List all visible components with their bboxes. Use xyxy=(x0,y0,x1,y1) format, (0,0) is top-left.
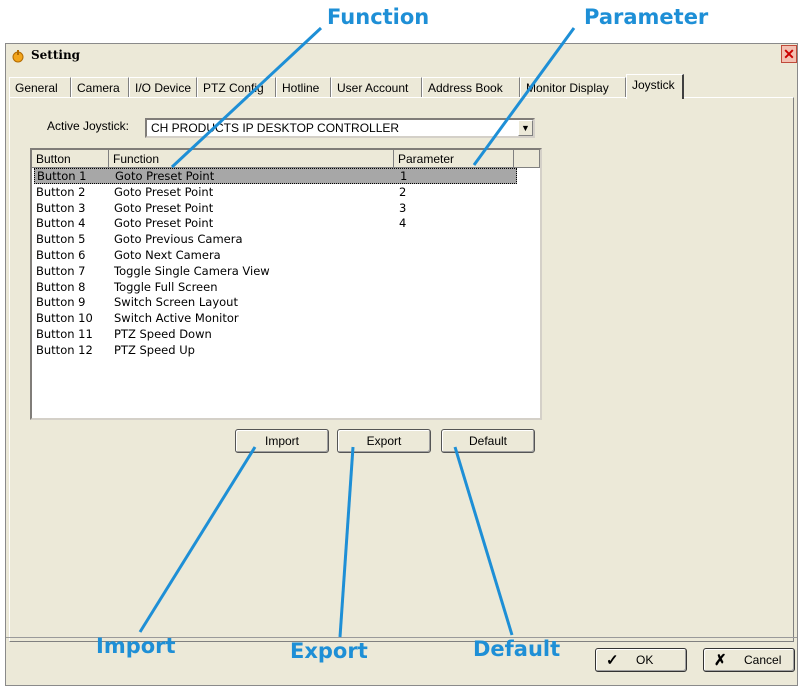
default-button[interactable]: Default xyxy=(441,429,535,453)
cell-parameter: 2 xyxy=(399,184,407,199)
cell-button: Button 11 xyxy=(36,327,93,341)
button-function-list[interactable]: Button Function Parameter Button 1 Goto P… xyxy=(30,148,542,420)
column-header-button[interactable]: Button xyxy=(32,150,109,168)
callout-default: Default xyxy=(473,637,561,661)
tab-user-account[interactable]: User Account xyxy=(331,77,422,97)
ok-label: OK xyxy=(636,653,654,667)
tab-strip: General Camera I/O Device PTZ Config Hotline… xyxy=(6,74,797,99)
import-button[interactable]: Import xyxy=(235,429,329,453)
tab-hotline[interactable]: Hotline xyxy=(276,77,331,97)
cell-parameter: 1 xyxy=(400,169,408,183)
callout-export: Export xyxy=(290,639,368,663)
table-row[interactable]: Button 2 Goto Preset Point 2 xyxy=(34,184,517,200)
column-header-parameter[interactable]: Parameter xyxy=(394,150,514,168)
tab-address-book[interactable]: Address Book xyxy=(422,77,520,97)
callout-function: Function xyxy=(327,5,430,29)
cell-function: Switch Screen Layout xyxy=(114,295,238,310)
table-row[interactable]: Button 3 Goto Preset Point 3 xyxy=(34,200,517,216)
cell-function: Switch Active Monitor xyxy=(114,311,239,326)
tab-i-o-device[interactable]: I/O Device xyxy=(129,77,197,97)
column-header-filler xyxy=(514,150,540,168)
cell-button: Button 1 xyxy=(37,169,87,183)
table-row[interactable]: Button 8 Toggle Full Screen xyxy=(34,279,517,295)
chevron-down-icon[interactable]: ▼ xyxy=(518,120,533,136)
tab-ptz-config[interactable]: PTZ Config xyxy=(197,77,276,97)
cell-function: Goto Preset Point xyxy=(114,200,214,215)
table-row[interactable]: Button 11 PTZ Speed Down xyxy=(34,326,517,342)
active-joystick-label: Active Joystick: xyxy=(47,119,130,133)
table-row[interactable]: Button 5 Goto Previous Camera xyxy=(34,231,517,247)
table-row[interactable]: Button 10 Switch Active Monitor xyxy=(34,310,517,326)
active-joystick-value: CH PRODUCTS IP DESKTOP CONTROLLER xyxy=(151,121,400,135)
cell-function: Toggle Full Screen xyxy=(114,279,218,294)
cell-button: Button 2 xyxy=(36,184,86,199)
cell-function: Goto Preset Point xyxy=(115,169,215,183)
title-bar: Setting ✕ xyxy=(6,44,797,68)
cell-function: PTZ Speed Up xyxy=(114,342,195,357)
cell-button: Button 8 xyxy=(36,279,86,294)
table-row[interactable]: Button 4 Goto Preset Point 4 xyxy=(34,215,517,231)
tab-joystick[interactable]: Joystick xyxy=(626,74,684,99)
cell-function: Goto Next Camera xyxy=(114,248,221,262)
cancel-button[interactable]: ✗ Cancel xyxy=(703,648,795,672)
cell-button: Button 10 xyxy=(36,311,93,326)
cell-button: Button 7 xyxy=(36,263,86,278)
column-header-function[interactable]: Function xyxy=(109,150,394,168)
close-icon[interactable]: ✕ xyxy=(781,45,797,63)
cell-button: Button 9 xyxy=(36,295,86,310)
checkmark-icon: ✓ xyxy=(606,652,619,669)
cell-button: Button 12 xyxy=(36,342,93,357)
table-row[interactable]: Button 12 PTZ Speed Up xyxy=(34,342,517,358)
settings-dialog: Setting ✕ General Camera I/O Device PTZ Con… xyxy=(5,43,798,686)
cell-function: Goto Preset Point xyxy=(114,184,214,199)
active-joystick-select[interactable]: CH PRODUCTS IP DESKTOP CONTROLLER ▼ xyxy=(145,118,535,138)
cell-button: Button 5 xyxy=(36,232,86,247)
cell-function: Goto Previous Camera xyxy=(114,232,243,247)
export-button[interactable]: Export xyxy=(337,429,431,453)
tab-camera[interactable]: Camera xyxy=(71,77,129,97)
cell-parameter: 4 xyxy=(399,216,407,231)
table-row[interactable]: Button 1 Goto Preset Point 1 xyxy=(34,168,517,184)
ok-button[interactable]: ✓ OK xyxy=(595,648,687,672)
x-icon: ✗ xyxy=(714,652,727,669)
cell-function: Toggle Single Camera View xyxy=(114,263,270,278)
callout-import: Import xyxy=(96,634,176,658)
cancel-label: Cancel xyxy=(744,653,782,667)
table-row[interactable]: Button 7 Toggle Single Camera View xyxy=(34,263,517,279)
cell-button: Button 4 xyxy=(36,216,86,231)
cell-parameter: 3 xyxy=(399,200,407,215)
table-row[interactable]: Button 6 Goto Next Camera xyxy=(34,247,517,263)
table-row[interactable]: Button 9 Switch Screen Layout xyxy=(34,294,517,310)
cell-button: Button 6 xyxy=(36,248,86,262)
cell-button: Button 3 xyxy=(36,200,86,215)
app-icon xyxy=(12,50,24,63)
cell-function: PTZ Speed Down xyxy=(114,327,212,341)
window-title: Setting xyxy=(31,48,81,62)
tab-general[interactable]: General xyxy=(9,77,71,97)
tab-monitor-display[interactable]: Monitor Display xyxy=(520,77,626,97)
cell-function: Goto Preset Point xyxy=(114,216,214,231)
callout-parameter: Parameter xyxy=(584,5,709,29)
